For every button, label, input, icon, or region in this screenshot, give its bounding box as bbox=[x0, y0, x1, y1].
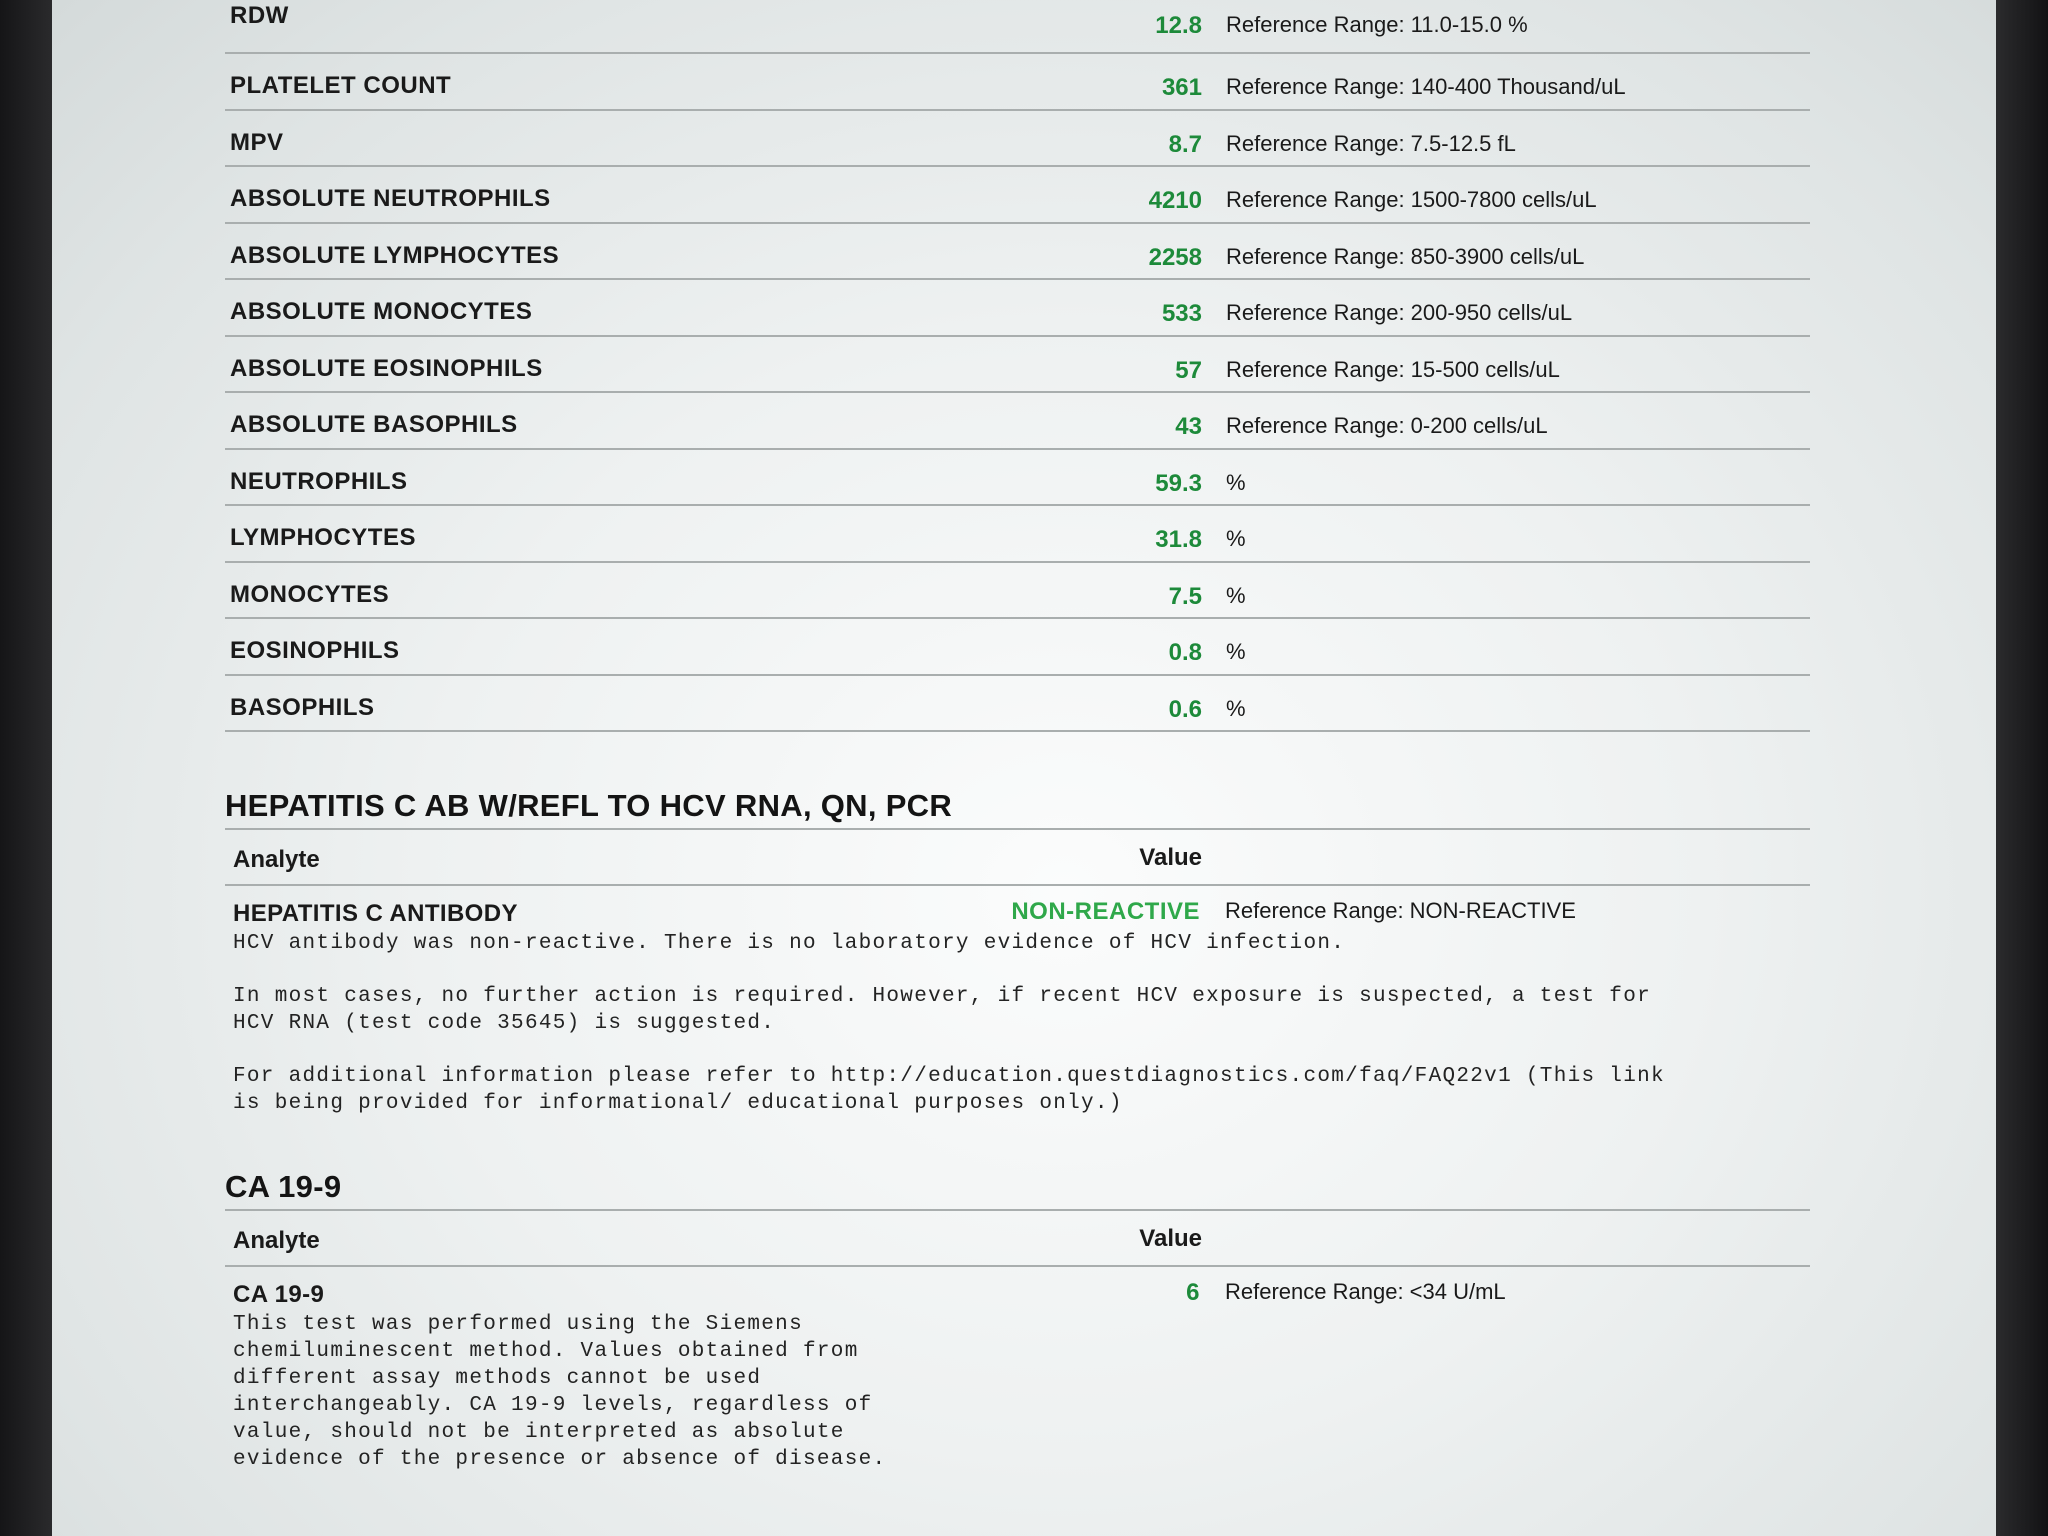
analyte-value: 7.5 bbox=[1168, 582, 1202, 610]
analyte-value: 361 bbox=[1161, 74, 1202, 101]
table-row: ABSOLUTE EOSINOPHILS 57 Reference Range: 1… bbox=[225, 337, 1810, 393]
header-value: Value bbox=[1139, 1225, 1202, 1252]
table-header-row: Analyte Value bbox=[225, 1209, 1810, 1267]
section-title-ca-19-9: CA 19-9 bbox=[225, 1169, 342, 1204]
analyte-value: 57 bbox=[1175, 356, 1202, 384]
analyte-name: ABSOLUTE MONOCYTES bbox=[230, 298, 533, 325]
analyte-name: NEUTROPHILS bbox=[230, 467, 408, 495]
lab-report-content: RDW 12.8 Reference Range: 11.0-15.0 % PLATE… bbox=[225, 0, 1810, 1473]
section-title-hepatitis-c: HEPATITIS C AB W/REFL TO HCV RNA, QN, PC… bbox=[225, 788, 953, 823]
header-analyte: Analyte bbox=[233, 846, 320, 873]
analyte-name: ABSOLUTE NEUTROPHILS bbox=[230, 185, 551, 212]
analyte-value: 59.3 bbox=[1155, 469, 1202, 497]
analyte-name: MONOCYTES bbox=[230, 580, 390, 608]
analyte-value: 12.8 bbox=[1155, 12, 1202, 39]
reference-range: Reference Range: 11.0-15.0 % bbox=[1226, 12, 1528, 37]
reference-range: % bbox=[1226, 469, 1246, 495]
cbc-results-table: RDW 12.8 Reference Range: 11.0-15.0 % PLATE… bbox=[225, 0, 1810, 732]
table-row: BASOPHILS 0.6% bbox=[225, 676, 1810, 732]
analyte-name: LYMPHOCYTES bbox=[230, 524, 416, 551]
analyte-value: 0.8 bbox=[1168, 639, 1202, 666]
analyte-value: 31.8 bbox=[1155, 526, 1202, 553]
table-row: PLATELET COUNT 361 Reference Range: 140-40… bbox=[225, 54, 1810, 111]
reference-range: % bbox=[1226, 582, 1246, 608]
reference-range: % bbox=[1226, 526, 1246, 551]
analyte-name: ABSOLUTE LYMPHOCYTES bbox=[230, 241, 560, 269]
analyte-value: 0.6 bbox=[1168, 695, 1202, 723]
header-value: Value bbox=[1139, 844, 1202, 871]
table-row: MPV 8.7 Reference Range: 7.5-12.5 fL bbox=[225, 111, 1810, 167]
reference-range: Reference Range: 1500-7800 cells/uL bbox=[1226, 187, 1597, 212]
note-hcv-nonreactive: HCV antibody was non-reactive. There is … bbox=[233, 932, 1346, 955]
analyte-name: ABSOLUTE BASOPHILS bbox=[230, 411, 518, 438]
table-row: RDW 12.8 Reference Range: 11.0-15.0 % bbox=[225, 0, 1810, 54]
hepatitis-c-section: HEPATITIS C AB W/REFL TO HCV RNA, QN, PC… bbox=[225, 788, 1810, 1117]
result-row-ca-19-9: CA 19-9 6 Reference Range: <34 U/mL bbox=[225, 1267, 1810, 1311]
analyte-name: BASOPHILS bbox=[230, 693, 375, 721]
analyte-value: 8.7 bbox=[1168, 130, 1202, 158]
table-header-row: Analyte Value bbox=[225, 828, 1810, 886]
table-row: ABSOLUTE MONOCYTES 533 Reference Range: 20… bbox=[225, 280, 1810, 337]
reference-range: Reference Range: 0-200 cells/uL bbox=[1226, 413, 1548, 438]
note-hcv-more-info: For additional information please refer … bbox=[233, 1065, 1665, 1115]
note-hcv-further-action: In most cases, no further action is requ… bbox=[233, 985, 1652, 1035]
analyte-name: PLATELET COUNT bbox=[230, 72, 452, 99]
reference-range: Reference Range: 850-3900 cells/uL bbox=[1226, 243, 1585, 269]
table-row: EOSINOPHILS 0.8% bbox=[225, 619, 1810, 676]
monitor-bezel-left bbox=[0, 0, 52, 1536]
ca-19-9-section: CA 19-9 Analyte Value CA 19-9 6 Referenc… bbox=[225, 1169, 1810, 1473]
table-row: ABSOLUTE BASOPHILS 43 Reference Range: 0-2… bbox=[225, 393, 1810, 450]
lab-report-screen: RDW 12.8 Reference Range: 11.0-15.0 % PLATE… bbox=[52, 0, 1996, 1536]
reference-range: % bbox=[1226, 639, 1246, 664]
table-row: ABSOLUTE NEUTROPHILS 4210 Reference Range:… bbox=[225, 167, 1810, 224]
reference-range: Reference Range: <34 U/mL bbox=[1225, 1279, 1506, 1304]
analyte-value: 6 bbox=[1186, 1279, 1200, 1306]
analyte-value: 533 bbox=[1161, 300, 1202, 327]
reference-range: Reference Range: NON-REACTIVE bbox=[1225, 898, 1576, 923]
analyte-name: RDW bbox=[230, 2, 289, 29]
reference-range: Reference Range: 140-400 Thousand/uL bbox=[1226, 74, 1626, 99]
analyte-name: MPV bbox=[230, 128, 284, 156]
analyte-value: 4210 bbox=[1148, 187, 1202, 214]
table-row: MONOCYTES 7.5% bbox=[225, 563, 1810, 619]
analyte-name: EOSINOPHILS bbox=[230, 637, 400, 664]
monitor-bezel-right bbox=[1996, 0, 2048, 1536]
analyte-value: 2258 bbox=[1148, 243, 1202, 271]
table-row: NEUTROPHILS 59.3% bbox=[225, 450, 1810, 506]
note-ca-19-9-method: This test was performed using the Siemen… bbox=[233, 1313, 887, 1471]
reference-range: Reference Range: 7.5-12.5 fL bbox=[1226, 130, 1516, 156]
analyte-value: NON-REACTIVE bbox=[1011, 898, 1200, 925]
analyte-value: 43 bbox=[1175, 413, 1202, 440]
reference-range: Reference Range: 15-500 cells/uL bbox=[1226, 356, 1560, 382]
reference-range: % bbox=[1226, 695, 1246, 721]
table-row: ABSOLUTE LYMPHOCYTES 2258 Reference Range:… bbox=[225, 224, 1810, 280]
table-row: LYMPHOCYTES 31.8% bbox=[225, 506, 1810, 563]
analyte-name: HEPATITIS C ANTIBODY bbox=[233, 900, 518, 927]
analyte-name: ABSOLUTE EOSINOPHILS bbox=[230, 354, 543, 382]
header-analyte: Analyte bbox=[233, 1227, 320, 1254]
reference-range: Reference Range: 200-950 cells/uL bbox=[1226, 300, 1573, 325]
analyte-name: CA 19-9 bbox=[233, 1281, 325, 1308]
result-row-hepatitis-c-antibody: HEPATITIS C ANTIBODY NON-REACTIVE Refere… bbox=[225, 886, 1810, 930]
